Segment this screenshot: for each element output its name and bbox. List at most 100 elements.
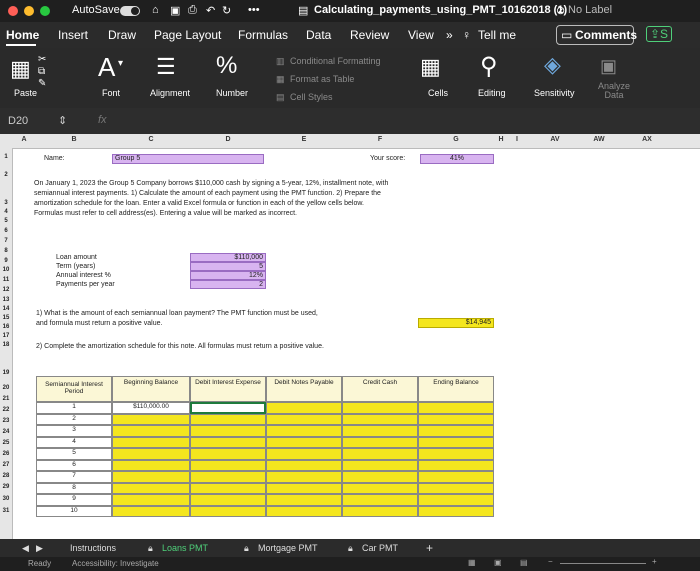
autosave-toggle[interactable]	[120, 6, 140, 16]
formula-input-cell[interactable]	[112, 459, 190, 471]
sheet-tab-loans-pmt[interactable]: Loans PMT	[162, 543, 208, 553]
row-header[interactable]: 30	[0, 496, 12, 502]
row-header[interactable]: 4	[0, 209, 12, 215]
formula-input-cell[interactable]	[190, 471, 266, 483]
add-sheet-button[interactable]: +	[426, 541, 433, 555]
cells-icon[interactable]: ▦	[420, 54, 441, 80]
zoom-in-button[interactable]: +	[652, 557, 657, 566]
formula-input-cell[interactable]	[266, 471, 342, 483]
row-header[interactable]: 15	[0, 315, 12, 321]
zoom-slider[interactable]	[560, 563, 646, 564]
save-icon[interactable]: ▣	[170, 4, 180, 17]
formula-input-cell[interactable]	[418, 494, 494, 506]
sheet-tab-mortgage-pmt[interactable]: Mortgage PMT	[258, 543, 318, 553]
tab-data[interactable]: Data	[306, 28, 331, 42]
comments-button[interactable]: ▭ Comments	[556, 25, 637, 45]
row-header[interactable]: 20	[0, 385, 12, 391]
maximize-window-button[interactable]	[40, 6, 50, 16]
column-header-a[interactable]: A	[12, 136, 36, 143]
conditional-formatting-button[interactable]: Conditional Formatting	[290, 56, 381, 66]
search-icon[interactable]: ⚲	[480, 52, 498, 81]
undo-icon[interactable]: ↶	[206, 4, 215, 17]
group-name-cell[interactable]: Group 5	[112, 154, 264, 164]
row-header[interactable]: 6	[0, 228, 12, 234]
tab-draw[interactable]: Draw	[108, 28, 136, 42]
tab-page-layout[interactable]: Page Layout	[154, 28, 221, 42]
more-tabs-icon[interactable]: »	[446, 28, 453, 42]
loan-amount-cell[interactable]: $110,000	[190, 253, 266, 262]
normal-view-icon[interactable]: ▦	[468, 558, 476, 567]
scroll-right-icon[interactable]: ▶	[36, 543, 43, 554]
column-header-aw[interactable]: AW	[582, 136, 616, 143]
row-header[interactable]: 17	[0, 333, 12, 339]
column-header-b[interactable]: B	[36, 136, 112, 143]
page-break-view-icon[interactable]: ▤	[520, 558, 528, 567]
share-button[interactable]: ⇪S	[646, 26, 673, 42]
formula-input-cell[interactable]	[112, 471, 190, 483]
formula-input-cell[interactable]	[266, 402, 342, 414]
cut-icon[interactable]: ✂	[38, 54, 46, 65]
row-header[interactable]: 19	[0, 370, 12, 376]
formula-input-cell[interactable]	[112, 494, 190, 506]
formula-input-cell[interactable]	[418, 413, 494, 425]
tab-view[interactable]: View	[408, 28, 434, 42]
sensitivity-label[interactable]: No Label	[568, 4, 612, 16]
formula-input-cell[interactable]	[342, 505, 418, 517]
formula-input-cell[interactable]	[342, 471, 418, 483]
row-header[interactable]: 1	[0, 154, 12, 160]
format-as-table-button[interactable]: Format as Table	[290, 74, 354, 84]
row-header[interactable]: 14	[0, 306, 12, 312]
formula-input-cell[interactable]	[266, 448, 342, 460]
column-header-f[interactable]: F	[342, 136, 418, 143]
formula-input-cell[interactable]	[418, 425, 494, 437]
column-header-e[interactable]: E	[266, 136, 342, 143]
row-header[interactable]: 8	[0, 248, 12, 254]
row-header[interactable]: 22	[0, 407, 12, 413]
alignment-icon[interactable]: ☰	[156, 54, 176, 80]
beginning-balance-cell[interactable]: $110,000.00	[112, 402, 190, 414]
name-box-stepper-icon[interactable]: ⇕	[58, 114, 67, 127]
formula-input-cell[interactable]	[266, 425, 342, 437]
home-icon[interactable]: ⌂	[152, 4, 159, 16]
payment-answer-cell[interactable]: $14,945	[418, 318, 494, 328]
formula-input-cell[interactable]	[266, 413, 342, 425]
function-icon[interactable]: fx	[98, 114, 107, 126]
font-icon[interactable]: A	[98, 52, 115, 83]
column-header-av[interactable]: AV	[538, 136, 572, 143]
row-header[interactable]: 31	[0, 508, 12, 514]
formula-input-cell[interactable]	[342, 494, 418, 506]
format-painter-icon[interactable]: ✎	[38, 78, 46, 89]
formula-input-cell[interactable]	[418, 482, 494, 494]
formula-input-cell[interactable]	[418, 505, 494, 517]
tell-me-field[interactable]: Tell me	[478, 28, 516, 42]
payments-cell[interactable]: 2	[190, 280, 266, 289]
formula-input-cell[interactable]	[266, 436, 342, 448]
formula-input-cell[interactable]	[190, 505, 266, 517]
formula-input-cell[interactable]	[418, 402, 494, 414]
interest-cell[interactable]: 12%	[190, 271, 266, 280]
formula-input-cell[interactable]	[112, 505, 190, 517]
row-header[interactable]: 7	[0, 238, 12, 244]
row-header[interactable]: 21	[0, 396, 12, 402]
close-window-button[interactable]	[8, 6, 18, 16]
formula-input-cell[interactable]	[342, 459, 418, 471]
sheet-tab-instructions[interactable]: Instructions	[70, 543, 116, 553]
row-header[interactable]: 2	[0, 172, 12, 178]
more-icon[interactable]: •••	[248, 4, 260, 16]
formula-input-cell[interactable]	[190, 494, 266, 506]
row-header[interactable]: 26	[0, 451, 12, 457]
formula-input-cell[interactable]	[418, 448, 494, 460]
minimize-window-button[interactable]	[24, 6, 34, 16]
tab-home[interactable]: Home	[6, 28, 39, 42]
page-layout-view-icon[interactable]: ▣	[494, 558, 502, 567]
formula-input-cell[interactable]	[418, 459, 494, 471]
formula-input-cell[interactable]	[190, 448, 266, 460]
formula-input-cell[interactable]	[342, 413, 418, 425]
copy-icon[interactable]: ⧉	[38, 66, 45, 77]
formula-input-cell[interactable]	[342, 448, 418, 460]
row-header[interactable]: 16	[0, 324, 12, 330]
column-header-d[interactable]: D	[190, 136, 266, 143]
formula-input-cell[interactable]	[342, 425, 418, 437]
column-header-h[interactable]: H	[494, 136, 508, 143]
formula-input-cell[interactable]	[112, 482, 190, 494]
